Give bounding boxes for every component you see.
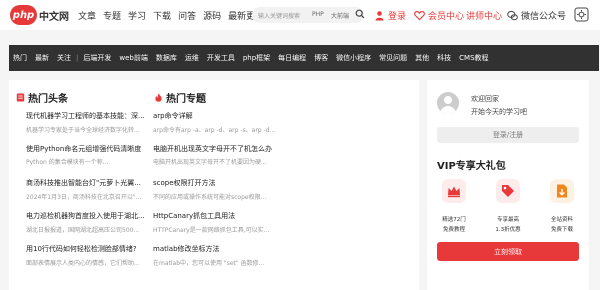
news-item-desc: 面部表情展示人类内心的情感，它们帮助... <box>26 260 140 267</box>
topic-item-desc: arp命令有arp -a、arp -d、arp -s、arp -d... <box>153 127 276 134</box>
claim-now-button[interactable]: 立刻领取 <box>437 242 579 261</box>
news-item-title[interactable]: 商汤科技推出智能台灯"元萝卜光翼... <box>26 178 141 188</box>
logo-badge: php <box>10 5 37 25</box>
download-file-icon <box>557 184 567 198</box>
hot-news-heading: 热门头条 <box>16 90 68 105</box>
perk-line1: 全站资料 <box>550 217 573 223</box>
perk-icon-box <box>496 179 520 203</box>
perk-line2: 免费下载 <box>550 227 573 233</box>
top-nav-articles[interactable]: 文章 <box>78 9 96 22</box>
news-item-desc: 2024年1月3日，商汤科技在北京召开以"... <box>26 194 142 201</box>
flame-icon <box>155 93 162 102</box>
category-latest[interactable]: 最新 <box>31 53 53 63</box>
news-item-title[interactable]: 现代机器学习工程师的基本技能：深... <box>26 111 145 121</box>
top-nav-topics[interactable]: 专题 <box>103 9 121 22</box>
settings-icon[interactable] <box>574 7 589 22</box>
content-card: 热门头条 现代机器学习工程师的基本技能：深... 机器学习专家处于当今全球经济数… <box>9 80 419 290</box>
login-register-button[interactable]: 登录/注册 <box>437 127 579 143</box>
topic-item-title[interactable]: scope权限打开方法 <box>153 178 216 188</box>
category-php-framework[interactable]: php框架 <box>239 53 274 63</box>
top-nav-qa[interactable]: 问答 <box>178 9 196 22</box>
category-database[interactable]: 数据库 <box>152 53 181 63</box>
category-cms[interactable]: CMS教程 <box>455 53 492 63</box>
member-center-label: 会员中心 <box>428 12 465 22</box>
search-input[interactable]: 输入关键词搜索 PHP 大前端 <box>252 7 364 23</box>
vip-perk-discount[interactable]: 专享最高 1.3折优惠 <box>486 179 530 233</box>
avatar <box>437 92 459 114</box>
user-sidebar: 欢迎回家 开始今天的学习吧 登录/注册 VIP专享大礼包 精选72门 免费教程 … <box>427 80 589 290</box>
avatar-body-shape <box>440 106 456 114</box>
topic-item-title[interactable]: matlab修改坐标方法 <box>153 244 220 254</box>
news-item-desc: 湖北日报报道，国网湖北超高压公司500... <box>26 227 140 234</box>
category-nav: 热门 最新 关注 | 后端开发 web前端 数据库 运维 开发工具 php框架 … <box>9 45 599 71</box>
category-daily-coding[interactable]: 每日编程 <box>274 53 310 63</box>
topic-item-title[interactable]: HttpCanary抓包工具用法 <box>153 211 235 221</box>
search-placeholder: 输入关键词搜索 <box>258 13 301 20</box>
instructor-center-label: 讲师中心 <box>466 12 503 22</box>
wechat-icon <box>507 10 518 21</box>
top-header: php 中文网 文章 专题 学习 下载 问答 源码 最新更新 输入关键词搜索 P… <box>0 0 600 30</box>
instructor-center-link[interactable]: 讲师中心 <box>466 9 502 22</box>
category-mini-program[interactable]: 微信小程序 <box>332 53 375 63</box>
category-following[interactable]: 关注 <box>53 53 75 63</box>
perk-line1: 精选72门 <box>442 217 466 223</box>
topic-item-desc: 不同的应用或操作系统可能对scope权限... <box>153 194 267 201</box>
user-icon <box>375 11 384 21</box>
topic-item-title[interactable]: arp命令详解 <box>153 111 193 121</box>
welcome-subtext: 开始今天的学习吧 <box>471 108 527 116</box>
news-item-desc: Python 的集合模块有一个称... <box>26 159 109 166</box>
news-item-title[interactable]: 用10行代码如何轻松检测脸部情绪? <box>26 244 137 254</box>
top-nav-download[interactable]: 下载 <box>153 9 171 22</box>
topic-item-desc: 在matlab中，您可以使用 "set" 函数修... <box>153 260 265 267</box>
top-nav: 文章 专题 学习 下载 问答 源码 最新更新 <box>78 9 264 22</box>
category-ops[interactable]: 运维 <box>181 53 203 63</box>
top-nav-source[interactable]: 源码 <box>203 9 221 22</box>
category-hot[interactable]: 热门 <box>9 53 31 63</box>
document-icon <box>16 93 25 102</box>
search-hot-tag-php[interactable]: PHP <box>312 11 324 18</box>
category-web-frontend[interactable]: web前端 <box>115 53 151 63</box>
perk-icon-box <box>550 179 574 203</box>
vip-package-title: VIP专享大礼包 <box>437 161 506 172</box>
perk-line2: 1.3折优惠 <box>495 227 521 233</box>
category-tech[interactable]: 科技 <box>433 53 455 63</box>
member-center-link[interactable]: 会员中心 <box>414 9 464 22</box>
topic-item-desc: HTTPCanary是一款网络抓包工具,可以实... <box>153 227 270 234</box>
hot-topics-heading: 热门专题 <box>154 90 206 105</box>
vip-perk-free-courses[interactable]: 精选72门 免费教程 <box>432 179 476 233</box>
category-other[interactable]: 其他 <box>411 53 433 63</box>
welcome-text: 欢迎回家 <box>471 95 499 103</box>
topic-item-title[interactable]: 电脑开机出现英文字母开不了机怎么办 <box>153 144 272 154</box>
perk-line2: 免费教程 <box>442 227 465 233</box>
news-item-title[interactable]: 电力巡检机器狗首度投入使用于湖北... <box>26 211 145 221</box>
heart-icon <box>414 11 425 21</box>
wechat-link[interactable]: 微信公众号 <box>507 9 566 22</box>
crown-icon <box>448 186 460 198</box>
avatar-head-shape <box>444 96 452 104</box>
vip-perk-downloads[interactable]: 全站资料 免费下载 <box>540 179 584 233</box>
perk-icon-box <box>442 179 466 203</box>
news-item-title[interactable]: 使用Python命名元组增强代码清晰度 <box>26 144 141 154</box>
category-blog[interactable]: 博客 <box>310 53 332 63</box>
category-dev-tools[interactable]: 开发工具 <box>203 53 239 63</box>
category-backend[interactable]: 后端开发 <box>79 53 115 63</box>
login-label: 登录 <box>388 12 407 22</box>
category-faq[interactable]: 常见问题 <box>375 53 411 63</box>
login-link[interactable]: 登录 <box>374 9 406 22</box>
wechat-label: 微信公众号 <box>521 12 567 22</box>
logo-text: 中文网 <box>39 11 69 23</box>
top-nav-learn[interactable]: 学习 <box>128 9 146 22</box>
hot-topics-title: 热门专题 <box>166 94 206 105</box>
news-item-desc: 机器学习专家处于当今全球经济数字化转... <box>26 127 140 134</box>
hot-news-title: 热门头条 <box>28 94 68 105</box>
search-hot-tag-frontend[interactable]: 大前端 <box>331 11 349 20</box>
topic-item-desc: 电脑开机出现英文字母开不了机要因为硬... <box>153 159 267 166</box>
search-icon[interactable] <box>355 9 365 19</box>
perk-line1: 专享最高 <box>496 217 519 223</box>
site-logo[interactable]: php 中文网 <box>10 5 69 25</box>
discount-tag-icon <box>502 185 514 197</box>
